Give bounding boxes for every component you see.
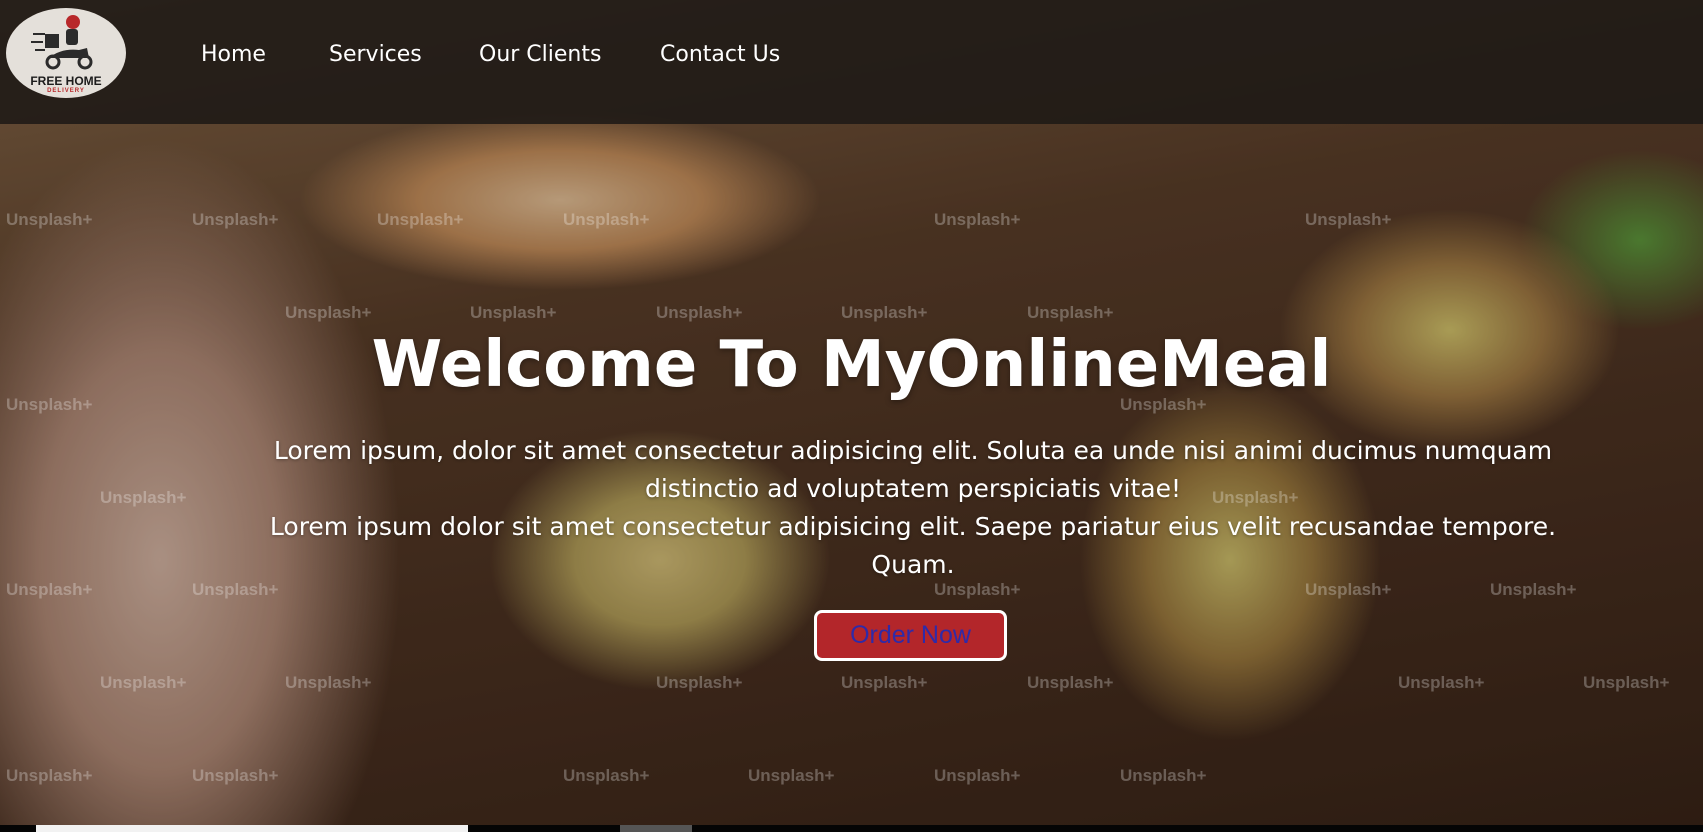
- order-now-button[interactable]: Order Now: [814, 610, 1007, 661]
- watermark: Unsplash+: [285, 303, 372, 322]
- hero-paragraph: Lorem ipsum, dolor sit amet consectetur …: [273, 436, 1553, 503]
- watermark: Unsplash+: [192, 210, 279, 229]
- watermark: Unsplash+: [1027, 303, 1114, 322]
- watermark: Unsplash+: [1305, 210, 1392, 229]
- watermark: Unsplash+: [6, 210, 93, 229]
- watermark: Unsplash+: [1120, 766, 1207, 785]
- hero-title: Welcome To MyOnlineMeal: [371, 328, 1332, 402]
- watermark: Unsplash+: [656, 303, 743, 322]
- watermark: Unsplash+: [563, 766, 650, 785]
- watermark: Unsplash+: [656, 673, 743, 692]
- watermark: Unsplash+: [841, 303, 928, 322]
- nav-link-services[interactable]: Services: [329, 42, 422, 67]
- watermark: Unsplash+: [841, 673, 928, 692]
- watermark: Unsplash+: [192, 766, 279, 785]
- next-section-card-edge: [36, 825, 468, 832]
- watermark: Unsplash+: [470, 303, 557, 322]
- logo-subtitle: DELIVERY: [47, 88, 85, 94]
- watermark: Unsplash+: [377, 210, 464, 229]
- watermark: Unsplash+: [1398, 673, 1485, 692]
- watermark: Unsplash+: [748, 766, 835, 785]
- next-section-edge: [620, 825, 692, 832]
- navbar: FREE HOME DELIVERY Home Services Our Cli…: [0, 0, 1703, 124]
- watermark: Unsplash+: [285, 673, 372, 692]
- watermark: Unsplash+: [6, 580, 93, 599]
- watermark: Unsplash+: [6, 766, 93, 785]
- hero-paragraph: Lorem ipsum dolor sit amet consectetur a…: [269, 512, 1557, 579]
- scooter-delivery-icon: [31, 15, 93, 70]
- hero-description: Lorem ipsum, dolor sit amet consectetur …: [240, 432, 1586, 584]
- watermark: Unsplash+: [100, 488, 187, 507]
- watermark: Unsplash+: [1027, 673, 1114, 692]
- watermark: Unsplash+: [934, 766, 1021, 785]
- nav-link-contact-us[interactable]: Contact Us: [660, 42, 780, 67]
- nav-link-home[interactable]: Home: [201, 42, 266, 67]
- nav-link-our-clients[interactable]: Our Clients: [479, 42, 601, 67]
- logo-title: FREE HOME: [30, 74, 102, 88]
- watermark: Unsplash+: [100, 673, 187, 692]
- watermark: Unsplash+: [934, 210, 1021, 229]
- watermark: Unsplash+: [1583, 673, 1670, 692]
- brand-logo[interactable]: FREE HOME DELIVERY: [6, 8, 126, 98]
- watermark: Unsplash+: [563, 210, 650, 229]
